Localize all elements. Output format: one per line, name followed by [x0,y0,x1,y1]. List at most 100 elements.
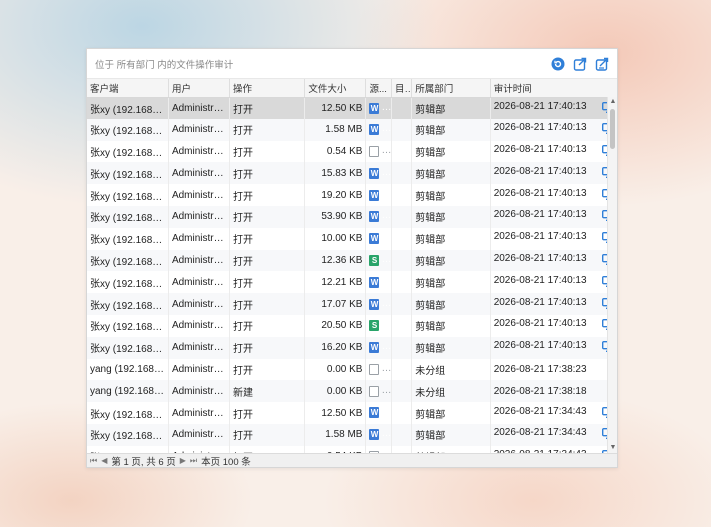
cell-client: 张xy (192.168.3... [87,402,169,424]
cell-operation: 打开 [229,184,306,206]
audit-time: 2026-08-21 17:38:18 [493,385,587,397]
cell-target [391,184,413,206]
scroll-down-arrow-icon[interactable]: ▼ [609,444,617,452]
cell-user: Administra... [168,271,231,294]
column-header[interactable]: 操作 [229,79,306,98]
cell-operation: 打开 [229,402,306,424]
audit-time: 2026-08-21 17:40:13 [493,340,587,352]
export-all-icon[interactable] [595,57,609,71]
cell-target [391,97,413,119]
column-header[interactable]: 客户端 [87,79,169,98]
table-body: 张xy (192.168.3... Administra... 打开 12.50 KB… [87,97,617,455]
table-row[interactable]: 张xy (192.168.3... Administra... 打开 17.07 KB… [87,293,617,315]
cell-size: 20.50 KB [304,314,367,337]
cell-target [391,423,413,446]
blank-file-icon [369,385,380,397]
cell-size: 12.21 KB [304,271,367,294]
column-header[interactable]: 所属部门 [411,79,491,98]
first-page-icon[interactable]: ⏮ [90,456,97,466]
vertical-scrollbar[interactable]: ▲ ▼ [607,97,617,453]
cell-size: 12.50 KB [304,97,367,119]
table-row[interactable]: 张xy (192.168.3... Administra... 打开 12.50 KB… [87,97,617,119]
cell-time: 2026-08-21 17:40:13 [490,205,617,228]
cell-size: 15.83 KB [304,162,367,185]
table-row[interactable]: yang (192.168....Administra...新建0.00 KBC… [87,380,617,403]
column-header[interactable]: 用户 [168,79,231,98]
next-page-icon[interactable]: ▶ [180,456,186,465]
table-row[interactable]: yang (192.168....Administra...打开0.00 KBC… [87,358,617,381]
scroll-up-arrow-icon[interactable]: ▲ [609,98,617,106]
cell-target [391,402,413,424]
cell-time: 2026-08-21 17:40:13 [490,271,617,294]
table-row[interactable]: 张xy (192.168.3...Administra...打开0.54 KBD… [87,140,617,163]
table-row[interactable]: 张xy (192.168.3... Administra... 打开 12.36 KB… [87,249,617,272]
cell-size: 53.90 KB [304,205,367,228]
cell-source: C [365,380,392,403]
cell-source: WD [365,293,392,315]
cell-department: 剪辑部 [411,249,491,272]
column-header[interactable]: 文件大小 [304,79,367,98]
cell-operation: 打开 [229,314,306,337]
table-row[interactable]: 张xy (192.168.3... Administra... 打开 1.58 MB W… [87,118,617,141]
scroll-thumb[interactable] [610,109,615,149]
cell-department: 剪辑部 [411,140,491,163]
audit-panel: 位于 所有部门 内的文件操作审计 客户端 用户 操作 文件大小 源... 目... 所属部门… [86,48,618,468]
cell-source: WD [365,423,392,446]
table-row[interactable]: 张xy (192.168.3... Administra... 打开 19.20 KB… [87,184,617,206]
cell-department: 剪辑部 [411,423,491,446]
prev-page-icon[interactable]: ◀ [101,456,107,465]
blank-file-icon [369,363,380,375]
column-header[interactable]: 目... [391,79,413,98]
cell-department: 未分组 [411,380,491,403]
audit-time: 2026-08-21 17:38:23 [493,363,587,375]
cell-source: WD [365,184,392,206]
word-file-icon: W [369,276,380,288]
column-header[interactable]: 审计时间 [490,79,617,98]
column-header[interactable]: 源... [365,79,392,98]
cell-source: WD [365,118,392,141]
cell-time: 2026-08-21 17:34:43 [490,423,617,446]
cell-size: 1.58 MB [304,423,367,446]
cell-user: Administra... [168,402,231,424]
cell-user: Administra... [168,293,231,315]
cell-size: 10.00 KB [304,227,367,250]
audit-time: 2026-08-21 17:40:13 [493,100,587,112]
table-row[interactable]: 张xy (192.168.3... Administra... 打开 16.20 KB… [87,336,617,359]
cell-size: 1.58 MB [304,118,367,141]
cell-client: 张xy (192.168.3... [87,140,169,163]
cell-client: 张xy (192.168.3... [87,423,169,446]
cell-source: WD [365,336,392,359]
table-row[interactable]: 张xy (192.168.3... Administra... 打开 12.50 KB… [87,402,617,424]
cell-department: 剪辑部 [411,271,491,294]
table-row[interactable]: 张xy (192.168.3... Administra... 打开 53.90 KB… [87,205,617,228]
cell-time: 2026-08-21 17:34:43 [490,402,617,424]
cell-operation: 打开 [229,293,306,315]
cell-user: Administra... [168,118,231,141]
cell-client: 张xy (192.168.3... [87,184,169,206]
table-row[interactable]: 张xy (192.168.3... Administra... 打开 1.58 MB W… [87,423,617,446]
cell-operation: 打开 [229,118,306,141]
cell-size: 17.07 KB [304,293,367,315]
cell-department: 剪辑部 [411,205,491,228]
cell-user: Administra... [168,314,231,337]
audit-time: 2026-08-21 17:40:13 [493,318,587,330]
table-row[interactable]: 张xy (192.168.3... Administra... 打开 15.83 KB… [87,162,617,185]
table-row[interactable]: 张xy (192.168.3... Administra... 打开 10.00 KB… [87,227,617,250]
audit-table-wrap: 客户端 用户 操作 文件大小 源... 目... 所属部门 审计时间 张xy (192.168… [87,79,617,455]
export-icon[interactable] [573,57,587,71]
cell-client: 张xy (192.168.3... [87,293,169,315]
last-page-icon[interactable]: ⏭ [190,456,197,466]
cell-user: Administra... [168,336,231,359]
table-row[interactable]: 张xy (192.168.3... Administra... 打开 12.21 KB… [87,271,617,294]
cell-user: Administra... [168,358,231,381]
audit-table: 客户端 用户 操作 文件大小 源... 目... 所属部门 审计时间 张xy (192.168… [87,79,617,455]
word-file-icon: W [369,407,380,419]
cell-time: 2026-08-21 17:40:13 [490,314,617,337]
cell-operation: 新建 [229,380,306,403]
cell-user: Administra... [168,184,231,206]
cell-department: 剪辑部 [411,293,491,315]
cell-client: 张xy (192.168.3... [87,118,169,141]
word-file-icon: W [369,211,380,223]
table-row[interactable]: 张xy (192.168.3... Administra... 打开 20.50 KB… [87,314,617,337]
refresh-icon[interactable] [551,57,565,71]
